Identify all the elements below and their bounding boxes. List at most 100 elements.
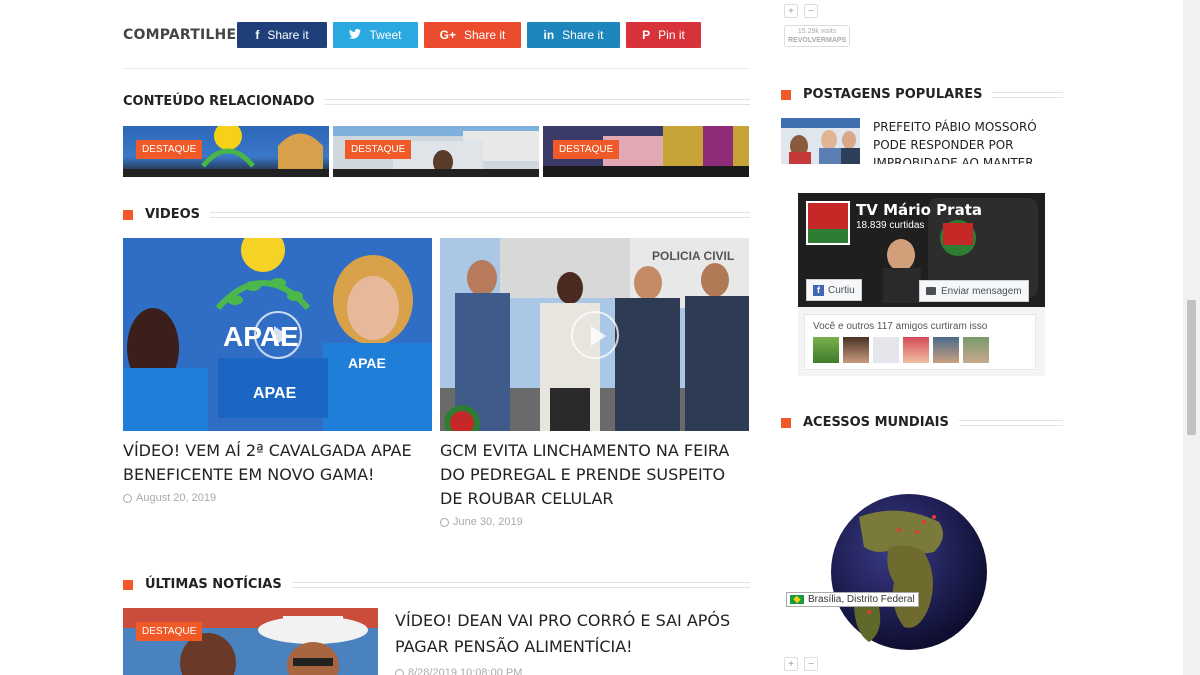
popular-heading: POSTAGENS POPULARES — [781, 87, 1063, 102]
facebook-icon: f — [255, 28, 260, 42]
videos-heading-text: VIDEOS — [145, 207, 200, 222]
popular-post-thumbnail[interactable] — [781, 118, 860, 164]
avatar[interactable] — [843, 337, 869, 363]
heading-lines — [324, 98, 750, 105]
video-title[interactable]: VÍDEO! VEM AÍ 2ª CAVALGADA APAE BENEFICE… — [123, 439, 432, 487]
zoom-in-button[interactable]: + — [784, 4, 798, 18]
share-button-label: Share it — [463, 28, 506, 42]
video-thumbnail[interactable]: POLICIA CIVIL — [440, 238, 749, 431]
avatar[interactable] — [963, 337, 989, 363]
video-date: August 20, 2019 — [123, 492, 432, 504]
map-zoom-controls: + − — [784, 657, 824, 671]
message-icon — [926, 287, 936, 295]
heading-lines — [209, 211, 750, 218]
revolvermaps-brand: REVOLVERMAPS — [788, 37, 847, 44]
revolvermaps-globe[interactable] — [829, 492, 989, 652]
video-date-text: August 20, 2019 — [136, 492, 217, 504]
pinterest-icon: P — [642, 28, 651, 42]
latest-news-date-text: 8/28/2019 10:08:00 PM — [408, 667, 523, 675]
heading-lines — [291, 581, 750, 588]
avatar[interactable] — [873, 337, 899, 363]
facebook-share-button[interactable]: f Share it — [237, 22, 327, 48]
avatar[interactable] — [903, 337, 929, 363]
popular-post-image — [781, 118, 860, 164]
latest-news-thumbnail[interactable]: DESTAQUE — [123, 608, 378, 675]
popular-post[interactable]: PREFEITO PÁBIO MOSSORÓ PODE RESPONDER PO… — [781, 118, 1063, 164]
map-zoom-controls: + − — [784, 4, 824, 18]
svg-text:APAE: APAE — [348, 355, 386, 371]
message-button-label: Enviar mensagem — [941, 285, 1022, 297]
play-icon[interactable] — [253, 310, 302, 359]
facebook-page-name[interactable]: TV Mário Prata — [856, 201, 982, 219]
featured-badge: DESTAQUE — [553, 140, 620, 159]
play-icon[interactable] — [570, 310, 619, 359]
friend-avatars — [813, 337, 1027, 363]
video-card[interactable]: APAE APAE APAE VÍDEO! VEM AÍ 2ª CAVALGAD… — [123, 238, 432, 504]
share-button-label: Tweet — [369, 28, 402, 42]
popular-heading-text: POSTAGENS POPULARES — [803, 87, 983, 102]
world-heading-text: ACESSOS MUNDIAIS — [803, 415, 949, 430]
related-item[interactable]: DESTAQUE — [543, 126, 749, 177]
share-bar: COMPARTILHE f Share it Tweet G+ Share it… — [123, 22, 707, 48]
zoom-out-button[interactable]: − — [804, 657, 818, 671]
google-plus-share-button[interactable]: G+ Share it — [424, 22, 521, 48]
scrollbar-thumb[interactable] — [1187, 300, 1196, 435]
revolvermaps-counter[interactable]: 15.29k visits REVOLVERMAPS — [784, 25, 851, 47]
zoom-in-button[interactable]: + — [784, 657, 798, 671]
avatar[interactable] — [813, 337, 839, 363]
video-title[interactable]: GCM EVITA LINCHAMENTO NA FEIRA DO PEDREG… — [440, 439, 749, 511]
world-heading: ACESSOS MUNDIAIS — [781, 415, 1063, 430]
svg-text:APAE: APAE — [253, 385, 297, 402]
twitter-share-button[interactable]: Tweet — [333, 22, 418, 48]
heading-square-icon — [781, 417, 791, 428]
friends-like-text: Você e outros 117 amigos curtiram isso — [813, 321, 988, 332]
facebook-page-widget: TV Mário Prata 18.839 curtidas f Curtiu … — [798, 193, 1045, 376]
heading-lines — [958, 419, 1063, 426]
svg-text:POLICIA CIVIL: POLICIA CIVIL — [652, 249, 734, 263]
video-date-text: June 30, 2019 — [453, 516, 523, 528]
video-thumbnail[interactable]: APAE APAE APAE — [123, 238, 432, 431]
latest-news-title[interactable]: VÍDEO! DEAN VAI PRO CORRÓ E SAI APÓS PAG… — [395, 608, 745, 660]
like-button-label: Curtiu — [828, 284, 855, 296]
facebook-cover[interactable]: TV Mário Prata 18.839 curtidas f Curtiu … — [798, 193, 1045, 307]
location-tooltip: Brasília, Distrito Federal — [786, 592, 919, 607]
brazil-flag-icon — [790, 595, 804, 604]
video-card[interactable]: POLICIA CIVIL GCM EVITA LINCHAMENTO NA F… — [440, 238, 749, 528]
related-item[interactable]: DESTAQUE — [123, 126, 329, 177]
latest-news-date: 8/28/2019 10:08:00 PM — [395, 667, 522, 675]
related-list: DESTAQUE DESTAQUE DESTAQUE — [123, 126, 753, 177]
featured-badge: DESTAQUE — [136, 140, 203, 159]
clock-icon — [123, 493, 132, 503]
popular-post-title[interactable]: PREFEITO PÁBIO MOSSORÓ PODE RESPONDER PO… — [873, 118, 1063, 164]
google-plus-icon: G+ — [439, 28, 456, 42]
linkedin-icon: in — [543, 28, 555, 42]
related-heading: CONTEÚDO RELACIONADO — [123, 94, 750, 109]
facebook-likes-count: 18.839 curtidas — [856, 220, 925, 231]
share-label: COMPARTILHE — [123, 27, 237, 43]
pinterest-share-button[interactable]: P Pin it — [626, 22, 701, 48]
related-heading-text: CONTEÚDO RELACIONADO — [123, 94, 315, 109]
globe-image — [831, 494, 987, 650]
latest-news-image — [123, 608, 378, 675]
send-message-button[interactable]: Enviar mensagem — [919, 280, 1029, 302]
heading-square-icon — [123, 209, 133, 220]
facebook-friends-box: Você e outros 117 amigos curtiram isso — [804, 314, 1036, 370]
linkedin-share-button[interactable]: in Share it — [527, 22, 620, 48]
featured-badge: DESTAQUE — [345, 140, 412, 159]
page-scrollbar[interactable] — [1183, 0, 1200, 675]
facebook-like-button[interactable]: f Curtiu — [806, 279, 862, 301]
clock-icon — [440, 517, 449, 527]
divider — [123, 68, 750, 69]
zoom-out-button[interactable]: − — [804, 4, 818, 18]
clock-icon — [395, 668, 404, 675]
related-item[interactable]: DESTAQUE — [333, 126, 539, 177]
avatar[interactable] — [933, 337, 959, 363]
visits-count: 15.29k visits — [797, 28, 837, 35]
latest-heading: ÚLTIMAS NOTÍCIAS — [123, 577, 750, 592]
share-button-label: Share it — [267, 28, 309, 42]
featured-badge: DESTAQUE — [136, 622, 203, 641]
heading-square-icon — [123, 579, 133, 590]
heading-lines — [992, 91, 1063, 98]
share-button-label: Share it — [562, 28, 604, 42]
heading-square-icon — [781, 89, 791, 100]
